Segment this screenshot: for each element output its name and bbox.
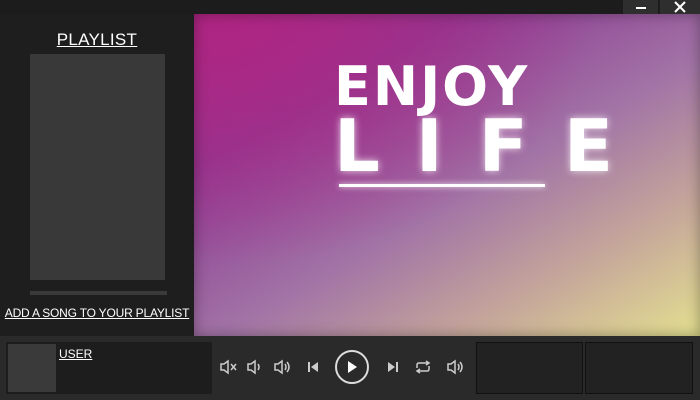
repeat-icon (415, 360, 431, 374)
artwork-title-line2: LIFE (334, 104, 650, 188)
previous-button[interactable] (301, 355, 325, 379)
mute-button[interactable] (217, 355, 241, 379)
playlist-sidebar: PLAYLIST ADD A SONG TO YOUR PLAYLIST (0, 14, 194, 336)
play-icon (348, 361, 357, 373)
volume-high-button[interactable] (444, 355, 468, 379)
play-button[interactable] (335, 350, 369, 384)
repeat-button[interactable] (411, 355, 435, 379)
playlist-scrollbar[interactable] (30, 291, 167, 295)
close-icon (674, 1, 686, 13)
next-button[interactable] (381, 355, 405, 379)
avatar[interactable] (8, 344, 56, 392)
title-bar (0, 0, 700, 14)
volume-mid-icon (274, 359, 290, 375)
playlist-list[interactable] (30, 54, 165, 280)
minimize-icon (635, 7, 646, 9)
user-link[interactable]: USER (59, 347, 92, 361)
artwork-underline (339, 184, 545, 187)
volume-mid-button[interactable] (271, 355, 295, 379)
next-icon (388, 362, 398, 372)
previous-icon (308, 362, 318, 372)
volume-low-button[interactable] (244, 355, 268, 379)
playlist-title: PLAYLIST (56, 30, 138, 49)
album-artwork: ENJOY LIFE (194, 14, 700, 336)
mute-icon (220, 359, 237, 375)
side-panel-right[interactable] (585, 342, 693, 394)
volume-low-icon (247, 359, 260, 375)
add-song-link[interactable]: ADD A SONG TO YOUR PLAYLIST (0, 306, 194, 320)
minimize-button[interactable] (623, 0, 658, 14)
volume-high-icon (447, 359, 463, 375)
side-panel-left[interactable] (476, 342, 583, 394)
close-button[interactable] (660, 0, 700, 14)
